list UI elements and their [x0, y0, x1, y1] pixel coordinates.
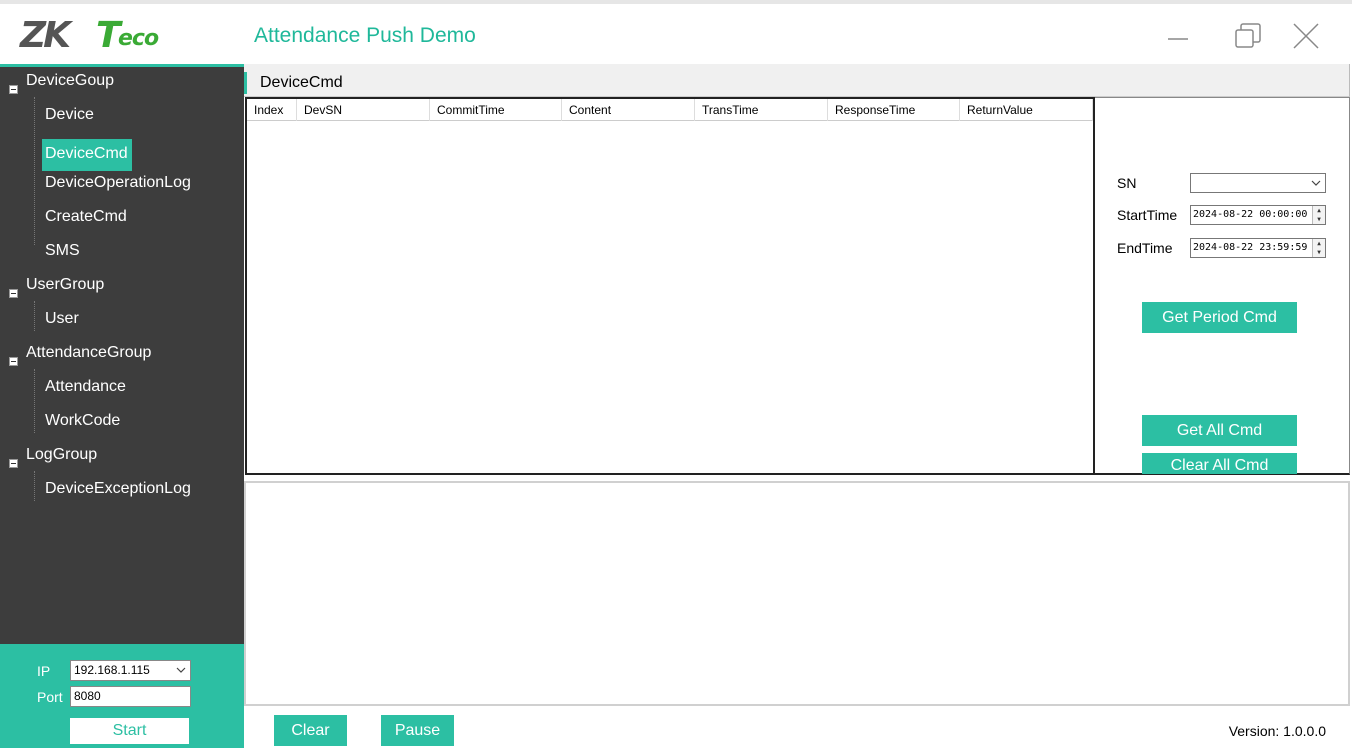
column-header-index[interactable]: Index: [247, 99, 297, 121]
column-header-responsetime[interactable]: ResponseTime: [828, 99, 960, 121]
tree-connector: [34, 369, 35, 433]
column-header-returnvalue[interactable]: ReturnValue: [960, 99, 1093, 121]
minimize-icon: [1168, 38, 1188, 40]
chevron-down-icon: [1311, 180, 1321, 186]
column-header-transtime[interactable]: TransTime: [695, 99, 828, 121]
bottom-bar: Clear Pause Version: 1.0.0.0: [244, 706, 1352, 748]
title-bar: ZK Teco Attendance Push Demo: [0, 0, 1352, 64]
column-header-committime[interactable]: CommitTime: [430, 99, 562, 121]
collapse-icon[interactable]: [9, 357, 18, 366]
ip-select[interactable]: 192.168.1.115: [70, 660, 191, 681]
get-period-cmd-button[interactable]: Get Period Cmd: [1142, 302, 1297, 333]
close-button[interactable]: [1286, 16, 1326, 56]
start-button[interactable]: Start: [70, 718, 189, 744]
query-panel: SN StartTime 2024-08-22 00:00:00 ▲ ▼ EndT…: [1095, 97, 1350, 475]
sn-select[interactable]: [1190, 173, 1326, 193]
starttime-spinner[interactable]: ▲ ▼: [1312, 206, 1325, 224]
starttime-picker[interactable]: 2024-08-22 00:00:00 ▲ ▼: [1190, 205, 1326, 225]
server-panel: IP 192.168.1.115 Port 8080 Start: [0, 644, 244, 748]
collapse-icon[interactable]: [9, 85, 18, 94]
tree-group-usergroup[interactable]: UserGroup: [26, 276, 104, 294]
sidebar-item-deviceoperationlog[interactable]: DeviceOperationLog: [45, 174, 191, 192]
port-input[interactable]: 8080: [70, 686, 191, 707]
restore-button[interactable]: [1228, 16, 1268, 56]
sidebar-item-deviceexceptionlog[interactable]: DeviceExceptionLog: [45, 480, 191, 498]
panel-title: DeviceCmd: [260, 74, 343, 91]
pause-button[interactable]: Pause: [381, 715, 454, 746]
chevron-down-icon: [176, 667, 186, 673]
tree-connector: [34, 471, 35, 501]
get-all-cmd-button[interactable]: Get All Cmd: [1142, 415, 1297, 446]
column-header-content[interactable]: Content: [562, 99, 695, 121]
sidebar-item-attendance[interactable]: Attendance: [45, 378, 126, 396]
endtime-spinner[interactable]: ▲ ▼: [1312, 239, 1325, 257]
collapse-icon[interactable]: [9, 289, 18, 298]
port-label: Port: [37, 689, 63, 705]
ip-label: IP: [37, 663, 51, 679]
close-icon: [1293, 23, 1319, 49]
panel-header: DeviceCmd: [244, 64, 1350, 97]
sn-label: SN: [1117, 175, 1137, 191]
header-accent-bar: [244, 72, 247, 94]
log-output-area[interactable]: [244, 481, 1350, 706]
tree-group-loggroup[interactable]: LogGroup: [26, 446, 97, 464]
tree-connector: [34, 301, 35, 331]
tree-group-devicegoup[interactable]: DeviceGoup: [26, 72, 114, 90]
sidebar-item-sms[interactable]: SMS: [45, 242, 80, 260]
sidebar-item-user[interactable]: User: [45, 310, 79, 328]
tree-group-attendancegroup[interactable]: AttendanceGroup: [26, 344, 151, 362]
sidebar-tree: DeviceGoup Device DeviceCmd DeviceOperat…: [0, 64, 244, 644]
ip-value: 192.168.1.115: [74, 663, 150, 677]
endtime-picker[interactable]: 2024-08-22 23:59:59 ▲ ▼: [1190, 238, 1326, 258]
starttime-value: 2024-08-22 00:00:00: [1193, 209, 1308, 220]
sidebar-item-device[interactable]: Device: [45, 106, 94, 124]
grid-header: Index DevSN CommitTime Content TransTime…: [247, 99, 1093, 121]
column-header-devsn[interactable]: DevSN: [297, 99, 430, 121]
version-label: Version: 1.0.0.0: [1228, 723, 1326, 739]
collapse-icon[interactable]: [9, 459, 18, 468]
starttime-label: StartTime: [1117, 207, 1178, 223]
clear-button[interactable]: Clear: [274, 715, 347, 746]
sidebar-item-workcode[interactable]: WorkCode: [45, 412, 120, 430]
tree-connector: [34, 97, 35, 245]
command-grid[interactable]: Index DevSN CommitTime Content TransTime…: [245, 97, 1095, 475]
zkteco-logo: ZK Teco: [20, 15, 159, 56]
sidebar-item-devicecmd[interactable]: DeviceCmd: [42, 139, 132, 171]
sidebar-item-createcmd[interactable]: CreateCmd: [45, 208, 127, 226]
endtime-label: EndTime: [1117, 240, 1173, 256]
restore-icon: [1235, 23, 1261, 48]
clear-all-cmd-button[interactable]: Clear All Cmd: [1142, 453, 1297, 474]
app-title: Attendance Push Demo: [254, 24, 476, 47]
endtime-value: 2024-08-22 23:59:59: [1193, 242, 1308, 253]
minimize-button[interactable]: [1158, 16, 1198, 56]
